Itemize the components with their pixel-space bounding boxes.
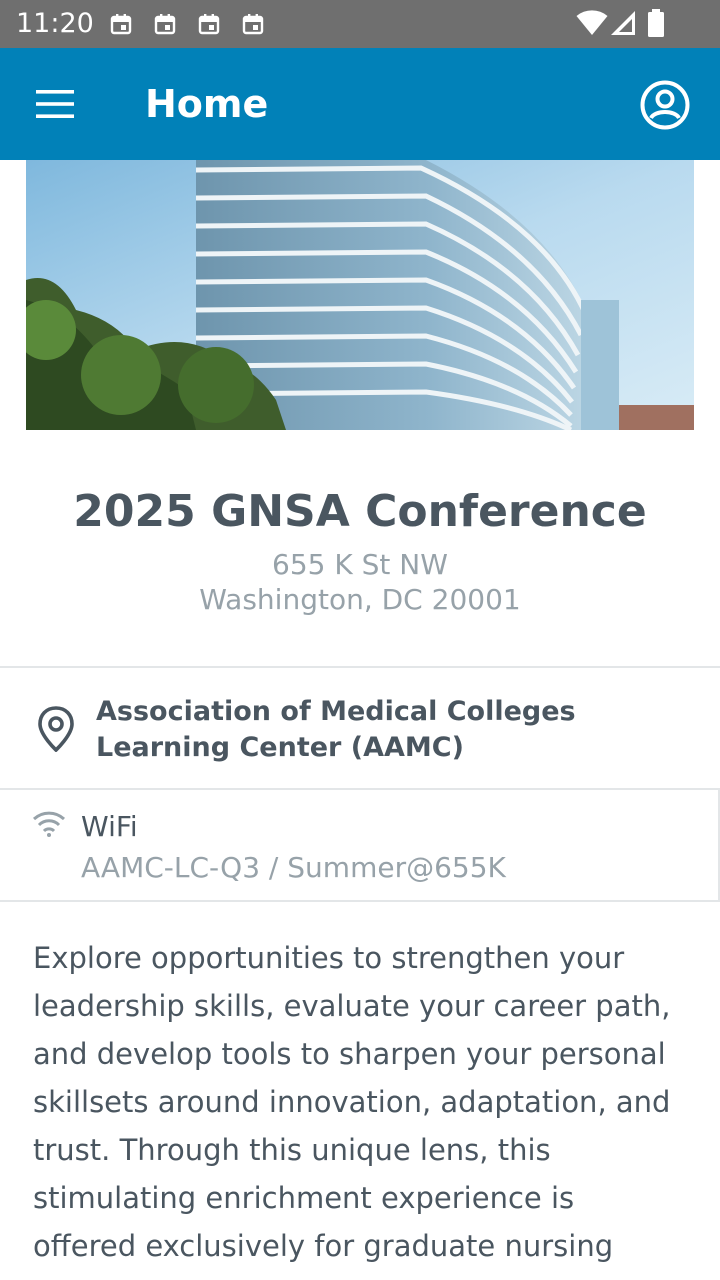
venue-name: Association of Medical Colleges Learning… bbox=[96, 696, 576, 763]
calendar-icon bbox=[154, 14, 176, 35]
divider bbox=[0, 900, 720, 902]
app-bar: Home bbox=[0, 48, 720, 160]
status-bar: 11:20 bbox=[0, 0, 720, 48]
page-title: Home bbox=[145, 82, 269, 126]
battery-icon bbox=[648, 9, 664, 37]
menu-button[interactable] bbox=[20, 70, 92, 138]
calendar-icon bbox=[198, 14, 220, 35]
calendar-icon bbox=[110, 14, 132, 35]
event-title: 2025 GNSA Conference bbox=[73, 486, 647, 537]
account-button[interactable] bbox=[632, 72, 698, 138]
account-circle-icon bbox=[640, 80, 690, 130]
wifi-label: WiFi bbox=[81, 810, 138, 843]
hamburger-menu-icon bbox=[36, 90, 74, 118]
wifi-icon bbox=[32, 811, 66, 837]
venue-photo bbox=[26, 160, 694, 430]
cellular-signal-icon bbox=[611, 11, 635, 35]
calendar-icon bbox=[242, 14, 264, 35]
venue-row[interactable]: Association of Medical Colleges Learning… bbox=[0, 668, 720, 788]
status-time: 11:20 bbox=[16, 8, 94, 39]
location-pin-icon bbox=[38, 706, 74, 752]
wifi-row[interactable]: WiFi AAMC-LC-Q3 / Summer@655K bbox=[0, 790, 720, 902]
wifi-credentials: AAMC-LC-Q3 / Summer@655K bbox=[81, 851, 506, 884]
event-description: Explore opportunities to strengthen your… bbox=[33, 941, 671, 1280]
address-line-2: Washington, DC 20001 bbox=[199, 583, 521, 616]
wifi-icon bbox=[576, 10, 608, 35]
address-line-1: 655 K St NW bbox=[272, 548, 448, 581]
